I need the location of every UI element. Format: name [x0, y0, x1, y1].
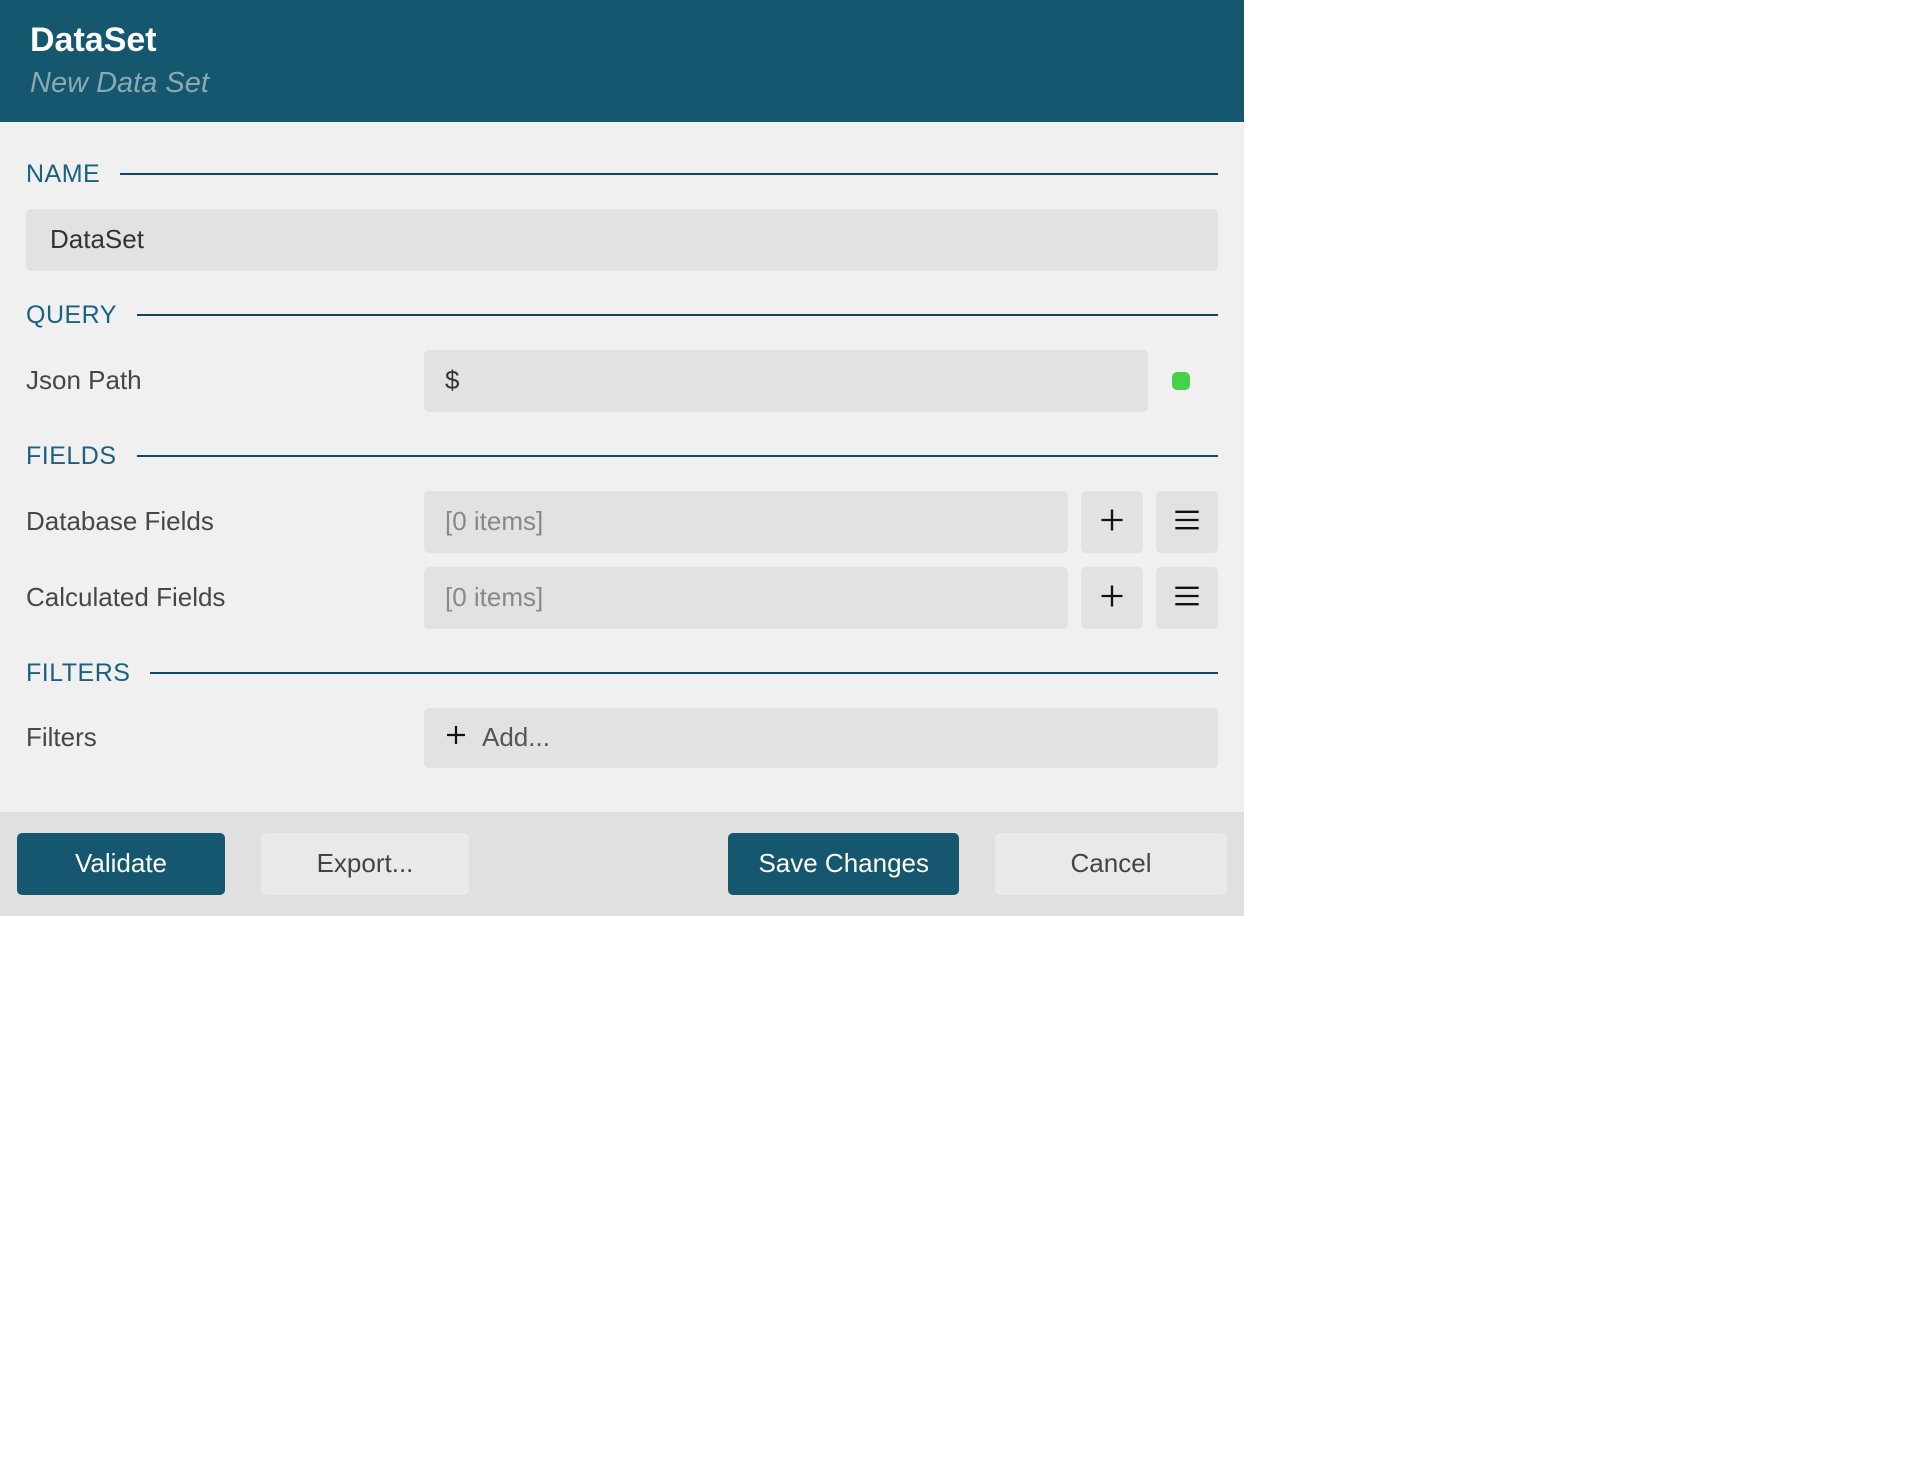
label-calculated-fields: Calculated Fields: [26, 582, 424, 613]
menu-icon: [1173, 506, 1201, 537]
section-header-name: NAME: [26, 160, 1218, 189]
add-filter-button[interactable]: Add...: [424, 708, 1218, 768]
label-database-fields: Database Fields: [26, 506, 424, 537]
dialog-footer: Validate Export... Save Changes Cancel: [0, 812, 1244, 916]
plus-icon: [444, 723, 482, 752]
section-divider: [120, 173, 1218, 175]
name-input[interactable]: [26, 209, 1218, 271]
calculated-fields-add-button[interactable]: [1081, 567, 1143, 629]
plus-icon: [1098, 506, 1126, 537]
section-divider: [150, 672, 1218, 674]
database-fields-add-button[interactable]: [1081, 491, 1143, 553]
row-database-fields: Database Fields [0 items]: [26, 491, 1218, 553]
calculated-fields-display[interactable]: [0 items]: [424, 567, 1068, 629]
dialog-title: DataSet: [30, 20, 1214, 61]
row-calculated-fields: Calculated Fields [0 items]: [26, 567, 1218, 629]
database-fields-menu-button[interactable]: [1156, 491, 1218, 553]
save-changes-button[interactable]: Save Changes: [728, 833, 959, 895]
plus-icon: [1098, 582, 1126, 613]
export-button[interactable]: Export...: [261, 833, 469, 895]
section-header-filters: FILTERS: [26, 659, 1218, 688]
label-json-path: Json Path: [26, 365, 424, 396]
dialog-header: DataSet New Data Set: [0, 0, 1244, 122]
menu-icon: [1173, 582, 1201, 613]
section-label-query: QUERY: [26, 301, 117, 330]
section-header-query: QUERY: [26, 301, 1218, 330]
spacer: [505, 833, 692, 895]
json-path-input[interactable]: [424, 350, 1148, 412]
dialog-subtitle: New Data Set: [30, 67, 1214, 100]
dialog-body: NAME QUERY Json Path FIELDS Database Fie…: [0, 122, 1244, 812]
status-indicator-ok: [1172, 372, 1190, 390]
cancel-button[interactable]: Cancel: [995, 833, 1227, 895]
section-header-fields: FIELDS: [26, 442, 1218, 471]
section-label-name: NAME: [26, 160, 100, 189]
calculated-fields-menu-button[interactable]: [1156, 567, 1218, 629]
section-divider: [137, 314, 1218, 316]
section-divider: [137, 455, 1218, 457]
add-filter-label: Add...: [482, 722, 550, 753]
database-fields-display[interactable]: [0 items]: [424, 491, 1068, 553]
dataset-dialog: DataSet New Data Set NAME QUERY Json Pat…: [0, 0, 1244, 916]
section-label-fields: FIELDS: [26, 442, 117, 471]
row-filters: Filters Add...: [26, 708, 1218, 768]
validate-button[interactable]: Validate: [17, 833, 225, 895]
section-label-filters: FILTERS: [26, 659, 130, 688]
label-filters: Filters: [26, 722, 424, 753]
row-json-path: Json Path: [26, 350, 1218, 412]
